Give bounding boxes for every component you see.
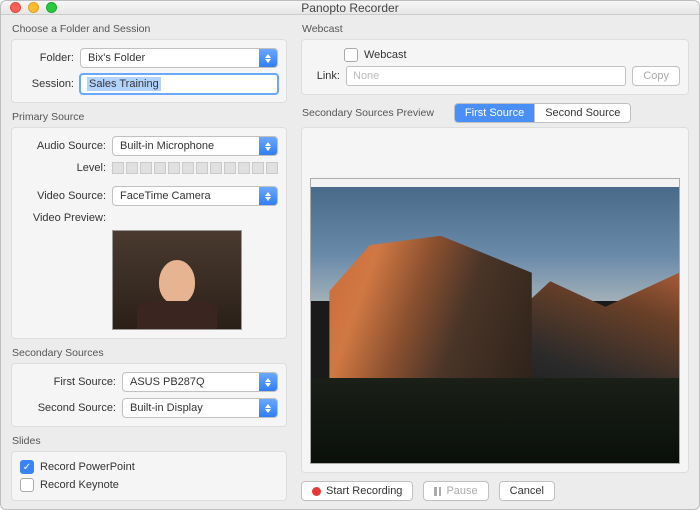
link-input[interactable]: None (346, 66, 626, 86)
secondsrc-value: Built-in Display (130, 402, 203, 414)
keynote-label: Record Keynote (40, 479, 119, 491)
tab-second-source[interactable]: Second Source (534, 104, 630, 122)
folder-value: Bix's Folder (88, 52, 145, 64)
session-label: Session: (20, 78, 74, 90)
folder-session-group: Choose a Folder and Session Folder: Bix'… (11, 23, 287, 103)
webcast-checkbox-row[interactable]: Webcast (344, 48, 680, 62)
chevrons-icon (259, 49, 277, 67)
firstsrc-label: First Source: (20, 376, 116, 388)
app-window: Panopto Recorder Choose a Folder and Ses… (0, 0, 700, 510)
preview-group: Secondary Sources Preview First Source S… (301, 103, 689, 473)
webcast-cb-label: Webcast (364, 49, 407, 61)
window-title: Panopto Recorder (1, 1, 699, 15)
session-input[interactable]: Sales Training (80, 74, 278, 94)
audio-label: Audio Source: (20, 140, 106, 152)
webcast-panel: Webcast Link: None Copy (301, 39, 689, 95)
webcast-checkbox[interactable] (344, 48, 358, 62)
screen-capture (310, 178, 680, 464)
secondary-group: Secondary Sources First Source: ASUS PB2… (11, 347, 287, 427)
chevrons-icon (259, 187, 277, 205)
audio-select[interactable]: Built-in Microphone (112, 136, 278, 156)
slides-panel: ✓ Record PowerPoint Record Keynote (11, 451, 287, 501)
video-preview (112, 230, 242, 330)
link-label: Link: (310, 70, 340, 82)
video-value: FaceTime Camera (120, 190, 211, 202)
chevrons-icon (259, 399, 277, 417)
left-column: Choose a Folder and Session Folder: Bix'… (11, 23, 287, 501)
titlebar: Panopto Recorder (1, 1, 699, 15)
ppt-checkbox[interactable]: ✓ (20, 460, 34, 474)
pause-icon (434, 487, 441, 496)
tab-first-source[interactable]: First Source (455, 104, 534, 122)
folder-select[interactable]: Bix's Folder (80, 48, 278, 68)
folder-session-label: Choose a Folder and Session (11, 23, 287, 35)
right-column: Webcast Webcast Link: None Copy (301, 23, 689, 501)
secondsrc-select[interactable]: Built-in Display (122, 398, 278, 418)
source-tabs: First Source Second Source (454, 103, 632, 123)
ppt-label: Record PowerPoint (40, 461, 135, 473)
primary-panel: Audio Source: Built-in Microphone Level: (11, 127, 287, 339)
bottom-controls: Start Recording Pause Cancel (301, 473, 689, 501)
chevrons-icon (259, 137, 277, 155)
folder-session-panel: Folder: Bix's Folder Session: Sales Trai… (11, 39, 287, 103)
keynote-checkbox-row[interactable]: Record Keynote (20, 478, 278, 492)
secondary-panel: First Source: ASUS PB287Q Second Source:… (11, 363, 287, 427)
preview-label: Secondary Sources Preview (301, 107, 434, 119)
level-label: Level: (20, 162, 106, 174)
audio-level-meter (112, 162, 278, 174)
slides-label: Slides (11, 435, 287, 447)
firstsrc-value: ASUS PB287Q (130, 376, 205, 388)
secondary-label: Secondary Sources (11, 347, 287, 359)
content: Choose a Folder and Session Folder: Bix'… (1, 15, 699, 509)
primary-label: Primary Source (11, 111, 287, 123)
copy-button[interactable]: Copy (632, 66, 680, 86)
secondsrc-label: Second Source: (20, 402, 116, 414)
webcast-grouplabel: Webcast (301, 23, 689, 35)
preview-area (301, 127, 689, 473)
folder-label: Folder: (20, 52, 74, 64)
firstsrc-select[interactable]: ASUS PB287Q (122, 372, 278, 392)
videoprev-label: Video Preview: (20, 212, 106, 224)
session-value: Sales Training (87, 77, 161, 91)
webcast-group: Webcast Webcast Link: None Copy (301, 23, 689, 95)
record-icon (312, 487, 321, 496)
pause-button[interactable]: Pause (423, 481, 488, 501)
keynote-checkbox[interactable] (20, 478, 34, 492)
ppt-checkbox-row[interactable]: ✓ Record PowerPoint (20, 460, 278, 474)
cancel-button[interactable]: Cancel (499, 481, 555, 501)
slides-group: Slides ✓ Record PowerPoint Record Keynot… (11, 435, 287, 501)
start-recording-button[interactable]: Start Recording (301, 481, 413, 501)
video-select[interactable]: FaceTime Camera (112, 186, 278, 206)
videosrc-label: Video Source: (20, 190, 106, 202)
primary-group: Primary Source Audio Source: Built-in Mi… (11, 111, 287, 339)
chevrons-icon (259, 373, 277, 391)
link-placeholder: None (353, 70, 379, 82)
audio-value: Built-in Microphone (120, 140, 214, 152)
